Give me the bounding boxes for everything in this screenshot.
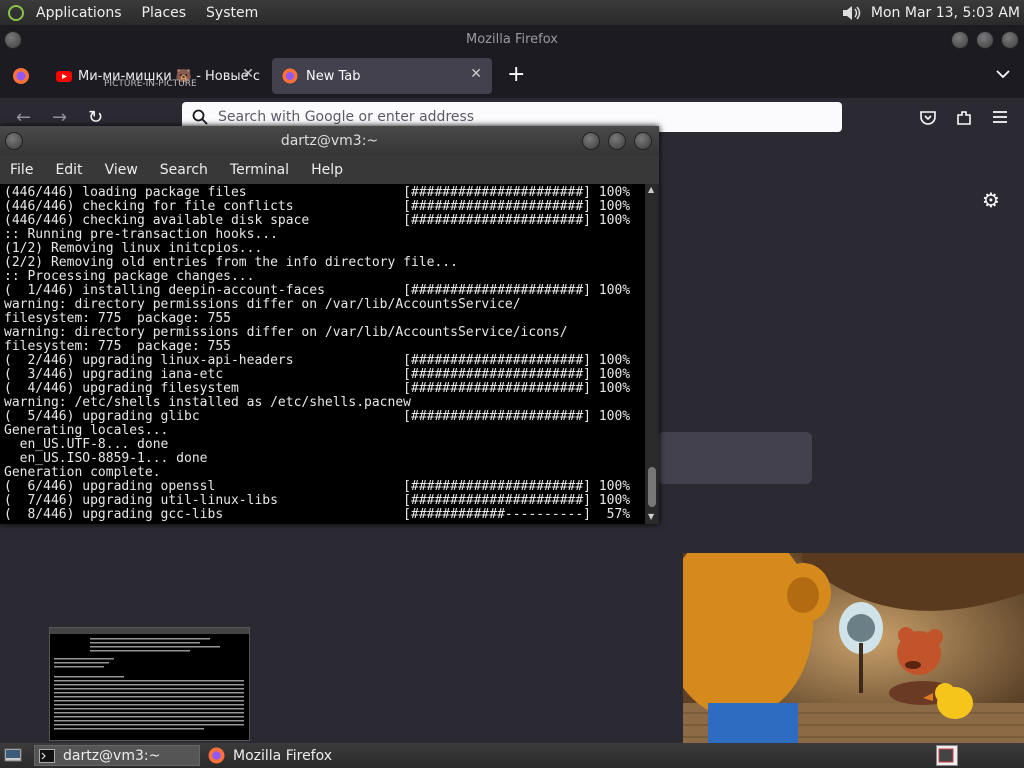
tab-youtube[interactable]: Ми-ми-мишки 🐻 - Новые с PICTURE-IN-PICTU… [46,58,264,94]
workspace-thumbnail[interactable] [49,627,250,741]
terminal-title: dartz@vm3:~ [280,133,379,149]
show-desktop-icon[interactable] [4,747,22,763]
volume-icon[interactable] [841,3,863,23]
menu-search[interactable]: Search [160,162,208,178]
terminal-line: (446/446) checking available disk space … [4,213,631,228]
terminal-line: ( 1/446) installing deepin-account-faces… [4,283,631,298]
back-icon[interactable]: ← [16,107,31,128]
cartoon-video-frame [683,553,1024,743]
menu-applications[interactable]: Applications [36,5,122,21]
firefox-icon [208,747,225,764]
terminal-line: en_US.ISO-8859-1... done [4,451,208,466]
list-all-tabs-icon[interactable] [996,69,1010,79]
minimize-button[interactable] [582,132,600,150]
terminal-line: ( 4/446) upgrading filesystem [#########… [4,381,631,396]
terminal-scrollbar[interactable]: ▲ ▼ [645,184,659,524]
terminal-line: warning: directory permissions differ on… [4,325,568,340]
firefox-icon [282,68,298,84]
close-window-button[interactable] [1001,31,1019,49]
menu-system[interactable]: System [206,5,258,21]
top-panel: Applications Places System Mon Mar 13, 5… [0,0,1024,25]
terminal-line: Generating locales... [4,423,169,438]
close-tab-icon[interactable]: ✕ [242,66,254,82]
firefox-view-icon[interactable] [12,67,30,85]
terminal-line: warning: directory permissions differ on… [4,297,521,312]
tab-title: New Tab [306,68,361,84]
tab-new-tab[interactable]: New Tab ✕ [272,58,492,94]
window-menu-button[interactable] [5,132,23,150]
terminal-icon [39,748,55,763]
terminal-menubar: File Edit View Search Terminal Help [0,156,659,184]
panel-tray: Mon Mar 13, 5:03 AM [841,0,1020,25]
reload-icon[interactable]: ↻ [88,107,103,128]
terminal-window: dartz@vm3:~ File Edit View Search Termin… [0,126,659,524]
picture-in-picture-video[interactable] [683,553,1024,743]
extensions-icon[interactable] [955,109,973,127]
terminal-line: ( 7/446) upgrading util-linux-libs [####… [4,493,631,508]
tab-subtitle: PICTURE-IN-PICTURE [104,79,197,89]
terminal-line: warning: /etc/shells installed as /etc/s… [4,395,411,410]
taskbar-item-firefox[interactable]: Mozilla Firefox [204,745,384,766]
gear-icon[interactable]: ⚙ [982,188,1000,212]
terminal-line: en_US.UTF-8... done [4,437,169,452]
pocket-icon[interactable] [919,109,937,127]
menu-help[interactable]: Help [311,162,343,178]
firefox-titlebar[interactable]: Mozilla Firefox [0,25,1024,53]
menu-places[interactable]: Places [142,5,187,21]
taskbar-item-terminal[interactable]: dartz@vm3:~ [34,745,200,766]
menu-terminal[interactable]: Terminal [230,162,289,178]
menu-file[interactable]: File [10,162,33,178]
terminal-line: filesystem: 775 package: 755 [4,339,231,354]
terminal-line: (1/2) Removing linux initcpios... [4,241,263,256]
terminal-output[interactable]: (446/446) loading package files [#######… [0,184,645,524]
firefox-window-title: Mozilla Firefox [466,32,558,47]
close-window-button[interactable] [634,132,652,150]
terminal-line: (2/2) Removing old entries from the info… [4,255,458,270]
terminal-line: ( 2/446) upgrading linux-api-headers [##… [4,353,631,368]
terminal-line: :: Running pre-transaction hooks... [4,227,278,242]
close-tab-icon[interactable]: ✕ [470,66,482,82]
terminal-line: :: Processing package changes... [4,269,255,284]
terminal-titlebar[interactable]: dartz@vm3:~ [0,126,659,156]
firefox-tabbar: Ми-ми-мишки 🐻 - Новые с PICTURE-IN-PICTU… [0,53,1024,98]
terminal-line: (446/446) loading package files [#######… [4,185,631,200]
hamburger-menu-icon[interactable] [992,110,1008,124]
top-menu: Applications Places System [24,5,258,21]
terminal-line: ( 5/446) upgrading glibc [##############… [4,409,631,424]
menu-view[interactable]: View [105,162,138,178]
terminal-thumbnail-image [50,628,249,730]
distro-logo-icon[interactable] [8,4,24,21]
maximize-button[interactable] [976,31,994,49]
newtab-search-card[interactable] [658,432,812,484]
scroll-up-icon[interactable]: ▲ [648,185,654,194]
workspace-switcher-icon[interactable] [936,745,958,766]
terminal-line: ( 6/446) upgrading openssl [############… [4,479,631,494]
taskbar-item-label: dartz@vm3:~ [63,747,161,764]
minimize-button[interactable] [951,31,969,49]
new-tab-button[interactable]: + [507,62,525,87]
terminal-line: ( 3/446) upgrading iana-etc [###########… [4,367,631,382]
clock[interactable]: Mon Mar 13, 5:03 AM [871,5,1020,21]
terminal-line: Generation complete. [4,465,161,480]
maximize-button[interactable] [608,132,626,150]
terminal-line: ( 8/446) upgrading gcc-libs [###########… [4,507,631,522]
search-icon [192,109,208,125]
youtube-icon [56,71,72,82]
forward-icon[interactable]: → [52,107,67,128]
taskbar-item-label: Mozilla Firefox [233,747,333,764]
window-menu-button[interactable] [4,31,22,49]
url-placeholder: Search with Google or enter address [218,109,475,125]
scrollbar-thumb[interactable] [648,467,656,507]
scroll-down-icon[interactable]: ▼ [648,512,654,521]
bottom-panel: dartz@vm3:~ Mozilla Firefox [0,743,1024,768]
terminal-line: filesystem: 775 package: 755 [4,311,231,326]
terminal-line: (446/446) checking for file conflicts [#… [4,199,631,214]
menu-edit[interactable]: Edit [55,162,82,178]
